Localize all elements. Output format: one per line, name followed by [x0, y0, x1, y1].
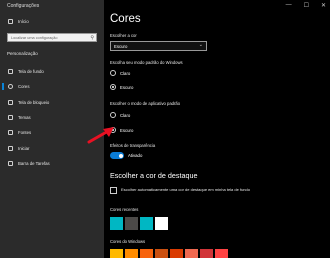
minimize-button[interactable]: —	[286, 2, 292, 9]
windows-color-swatch[interactable]	[215, 249, 228, 258]
choose-color-label: Escolher a cor	[110, 33, 137, 38]
radio-label: Escuro	[120, 84, 134, 90]
window-controls: — ☐ ✕	[286, 2, 326, 9]
radio-label: Claro	[120, 112, 131, 118]
radio-label: Escuro	[120, 127, 134, 133]
windows-color-swatch[interactable]	[125, 249, 138, 258]
sidebar-item-label: Cores	[18, 84, 30, 90]
main-content: — ☐ ✕ Cores Escolher a cor Escuro ⌄ Esco…	[104, 0, 330, 258]
palette-icon	[8, 84, 13, 90]
windows-mode-claro-radio[interactable]: Claro	[110, 70, 130, 76]
windows-colors-swatches	[110, 249, 228, 258]
auto-accent-label: Escolher automaticamente uma cor de dest…	[121, 187, 250, 192]
sidebar-item-label: Tela de bloqueio	[18, 99, 50, 105]
search-input[interactable]: Localizar uma configuração ⚲	[7, 33, 97, 42]
radio-circle	[110, 112, 116, 118]
taskbar-icon	[8, 160, 13, 166]
recent-colors-swatches	[110, 217, 168, 230]
sidebar-item-tela-de-bloqueio[interactable]: Tela de bloqueio	[0, 95, 104, 110]
transparency-toggle[interactable]	[110, 152, 124, 159]
section-label: Personalização	[7, 51, 38, 56]
recent-color-swatch[interactable]	[155, 217, 168, 230]
recent-color-swatch[interactable]	[125, 217, 138, 230]
annotation-arrow-icon	[87, 127, 114, 144]
home-icon	[8, 19, 13, 24]
maximize-button[interactable]: ☐	[304, 2, 309, 9]
recent-colors-label: Cores recentes	[110, 207, 139, 212]
close-button[interactable]: ✕	[321, 2, 326, 9]
sidebar-item-label: Iniciar	[18, 145, 30, 151]
sidebar-nav: Tela de fundo Cores Tela de bloqueio Tem…	[0, 64, 104, 171]
page-title: Cores	[110, 13, 141, 25]
home-label: Início	[18, 19, 29, 24]
windows-mode-label: Escolha seu modo padrão do Windows	[110, 60, 183, 65]
brush-icon	[8, 115, 13, 121]
choose-color-select[interactable]: Escuro ⌄	[110, 41, 207, 51]
sidebar-item-barra-de-tarefas[interactable]: Barra de Tarefas	[0, 156, 104, 171]
start-icon	[8, 145, 13, 151]
sidebar-item-temas[interactable]: Temas	[0, 110, 104, 125]
accent-section-title: Escolher a cor de destaque	[110, 171, 198, 180]
windows-color-swatch[interactable]	[110, 249, 123, 258]
sidebar-item-label: Fontes	[18, 130, 32, 136]
sidebar-item-tela-de-fundo[interactable]: Tela de fundo	[0, 64, 104, 79]
sidebar-item-label: Barra de Tarefas	[18, 160, 50, 166]
monitor-lock-icon	[8, 99, 13, 105]
windows-color-swatch[interactable]	[140, 249, 153, 258]
window-title: Configurações	[7, 3, 40, 9]
app-mode-claro-radio[interactable]: Claro	[110, 112, 130, 118]
chevron-down-icon: ⌄	[198, 42, 203, 48]
auto-accent-checkbox[interactable]	[110, 187, 117, 194]
recent-color-swatch[interactable]	[140, 217, 153, 230]
search-icon: ⚲	[90, 35, 94, 41]
windows-colors-label: Cores do Windows	[110, 239, 146, 244]
radio-circle-selected	[110, 84, 116, 90]
image-icon	[8, 69, 13, 75]
windows-color-swatch[interactable]	[200, 249, 213, 258]
radio-circle	[110, 70, 116, 76]
font-icon	[8, 130, 13, 136]
sidebar-item-cores[interactable]: Cores	[0, 79, 104, 94]
windows-color-swatch[interactable]	[170, 249, 183, 258]
radio-label: Claro	[120, 70, 131, 76]
home-link[interactable]: Início	[8, 19, 29, 24]
windows-color-swatch[interactable]	[155, 249, 168, 258]
windows-mode-escuro-radio[interactable]: Escuro	[110, 84, 133, 90]
windows-color-swatch[interactable]	[185, 249, 198, 258]
recent-color-swatch[interactable]	[110, 217, 123, 230]
transparency-state: Ativado	[128, 153, 143, 158]
app-mode-label: Escolher o modo de aplicativo padrão	[110, 101, 181, 106]
sidebar-item-label: Temas	[18, 115, 31, 121]
choose-color-value: Escuro	[114, 44, 128, 49]
transparency-label: Efeitos de transparência	[110, 143, 156, 148]
sidebar-item-label: Tela de fundo	[18, 69, 44, 75]
search-placeholder: Localizar uma configuração	[11, 36, 58, 40]
